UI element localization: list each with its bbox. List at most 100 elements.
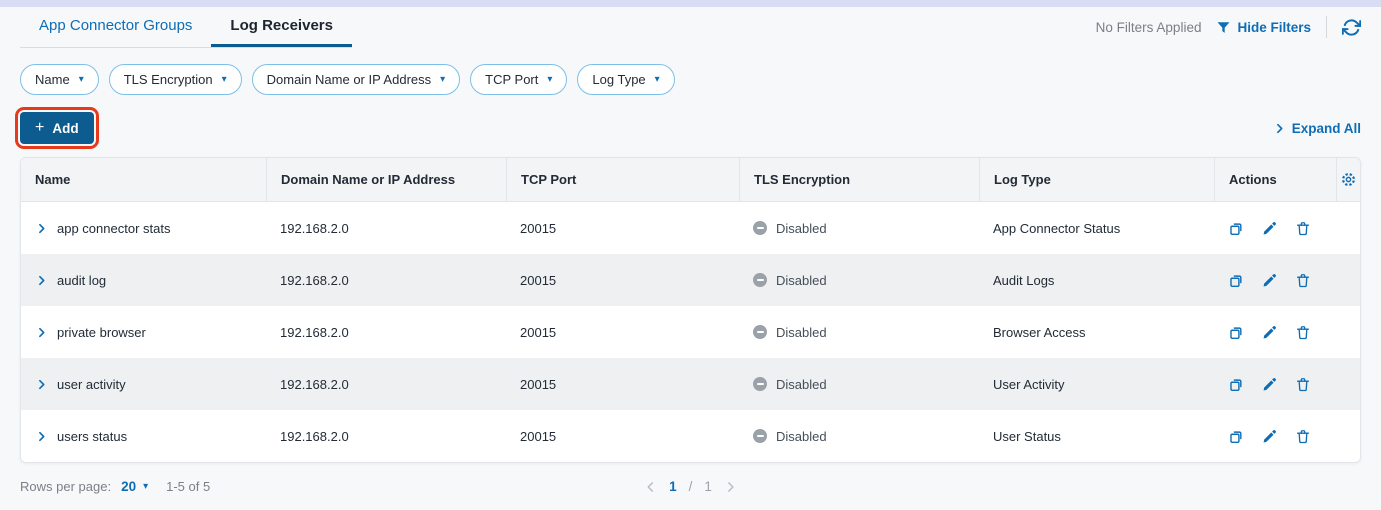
column-header-tcp-port[interactable]: TCP Port: [506, 158, 739, 201]
edit-icon[interactable]: [1262, 376, 1278, 392]
copy-icon[interactable]: [1228, 272, 1245, 289]
tls-status-label: Disabled: [776, 325, 827, 340]
copy-icon[interactable]: [1228, 376, 1245, 393]
edit-icon[interactable]: [1262, 324, 1278, 340]
cell-actions: [1214, 324, 1336, 341]
tls-status-label: Disabled: [776, 377, 827, 392]
disabled-icon: [753, 273, 767, 287]
cell-log-type: User Activity: [979, 377, 1214, 392]
pagination-bar: Rows per page: 20 ▾ 1-5 of 5 1 / 1: [0, 463, 1381, 510]
add-button-label: Add: [52, 121, 78, 136]
expand-row-icon[interactable]: [35, 222, 48, 235]
cell-tls-encryption: Disabled: [739, 377, 979, 392]
edit-icon[interactable]: [1262, 220, 1278, 236]
divider: [1326, 16, 1327, 38]
total-pages: 1: [704, 479, 712, 494]
filter-chip[interactable]: TCP Port ▾: [470, 64, 567, 95]
toolbar: + Add Expand All: [0, 112, 1381, 144]
cell-tcp-port: 20015: [506, 273, 739, 288]
filter-chip-label: Log Type: [592, 72, 645, 87]
chevron-right-icon: [1273, 122, 1286, 135]
copy-icon[interactable]: [1228, 220, 1245, 237]
cell-tls-encryption: Disabled: [739, 325, 979, 340]
table-header: Name Domain Name or IP Address TCP Port …: [21, 158, 1360, 202]
add-button[interactable]: + Add: [20, 112, 94, 144]
expand-row-icon[interactable]: [35, 274, 48, 287]
cell-log-type: Browser Access: [979, 325, 1214, 340]
expand-row-icon[interactable]: [35, 378, 48, 391]
cell-name: users status: [21, 429, 266, 444]
cell-tcp-port: 20015: [506, 429, 739, 444]
previous-page-icon[interactable]: [643, 480, 657, 494]
chevron-down-icon: ▾: [222, 75, 227, 85]
cell-name: audit log: [21, 273, 266, 288]
filter-status-text: No Filters Applied: [1096, 20, 1202, 35]
column-header-tls-encryption[interactable]: TLS Encryption: [739, 158, 979, 201]
tls-status-label: Disabled: [776, 221, 827, 236]
chevron-down-icon: ▾: [547, 75, 552, 85]
tab-log-receivers[interactable]: Log Receivers: [211, 7, 352, 47]
disabled-icon: [753, 429, 767, 443]
delete-icon[interactable]: [1295, 376, 1311, 393]
receiver-name: app connector stats: [57, 221, 170, 236]
current-page[interactable]: 1: [669, 479, 677, 494]
expand-row-icon[interactable]: [35, 326, 48, 339]
filter-chip-label: TLS Encryption: [124, 72, 213, 87]
rows-per-page-label: Rows per page:: [20, 479, 111, 494]
filter-chip[interactable]: Log Type ▾: [577, 64, 674, 95]
refresh-icon[interactable]: [1342, 18, 1361, 37]
expand-row-icon[interactable]: [35, 430, 48, 443]
plus-icon: +: [35, 120, 44, 136]
copy-icon[interactable]: [1228, 428, 1245, 445]
chevron-down-icon: ▾: [143, 482, 148, 492]
filter-chip-label: TCP Port: [485, 72, 538, 87]
delete-icon[interactable]: [1295, 428, 1311, 445]
filter-funnel-icon: [1216, 20, 1231, 35]
column-header-log-type[interactable]: Log Type: [979, 158, 1214, 201]
cell-domain: 192.168.2.0: [266, 221, 506, 236]
delete-icon[interactable]: [1295, 220, 1311, 237]
cell-actions: [1214, 220, 1336, 237]
table-row: audit log 192.168.2.0 20015 Disabled Aud…: [21, 254, 1360, 306]
expand-all-button[interactable]: Expand All: [1273, 121, 1361, 136]
edit-icon[interactable]: [1262, 272, 1278, 288]
tab-app-connector-groups[interactable]: App Connector Groups: [20, 7, 211, 47]
rows-per-page-select[interactable]: 20 ▾: [121, 479, 148, 494]
hide-filters-label: Hide Filters: [1237, 20, 1311, 35]
hide-filters-button[interactable]: Hide Filters: [1216, 20, 1311, 35]
pager: 1 / 1: [643, 479, 738, 494]
row-range-text: 1-5 of 5: [166, 479, 210, 494]
delete-icon[interactable]: [1295, 324, 1311, 341]
tls-status-label: Disabled: [776, 429, 827, 444]
edit-icon[interactable]: [1262, 428, 1278, 444]
disabled-icon: [753, 221, 767, 235]
table-row: private browser 192.168.2.0 20015 Disabl…: [21, 306, 1360, 358]
chevron-down-icon: ▾: [79, 75, 84, 85]
filter-chip[interactable]: Name ▾: [20, 64, 99, 95]
column-settings-button[interactable]: [1336, 158, 1360, 201]
table-row: user activity 192.168.2.0 20015 Disabled…: [21, 358, 1360, 410]
gear-icon: [1340, 171, 1357, 188]
rows-per-page-value: 20: [121, 479, 136, 494]
column-header-domain[interactable]: Domain Name or IP Address: [266, 158, 506, 201]
receiver-name: users status: [57, 429, 127, 444]
top-accent-band: [0, 0, 1381, 7]
cell-actions: [1214, 376, 1336, 393]
page-separator: /: [689, 479, 693, 494]
tab-bar: App Connector Groups Log Receivers No Fi…: [0, 7, 1381, 48]
cell-domain: 192.168.2.0: [266, 325, 506, 340]
cell-log-type: Audit Logs: [979, 273, 1214, 288]
expand-all-label: Expand All: [1292, 121, 1361, 136]
table-body: app connector stats 192.168.2.0 20015 Di…: [21, 202, 1360, 462]
cell-log-type: App Connector Status: [979, 221, 1214, 236]
next-page-icon[interactable]: [724, 480, 738, 494]
cell-name: user activity: [21, 377, 266, 392]
table-row: users status 192.168.2.0 20015 Disabled …: [21, 410, 1360, 462]
delete-icon[interactable]: [1295, 272, 1311, 289]
tabs: App Connector Groups Log Receivers: [20, 7, 352, 48]
column-header-name[interactable]: Name: [21, 158, 266, 201]
filter-chip[interactable]: Domain Name or IP Address ▾: [252, 64, 461, 95]
filter-chip[interactable]: TLS Encryption ▾: [109, 64, 242, 95]
filter-chip-label: Name: [35, 72, 70, 87]
copy-icon[interactable]: [1228, 324, 1245, 341]
